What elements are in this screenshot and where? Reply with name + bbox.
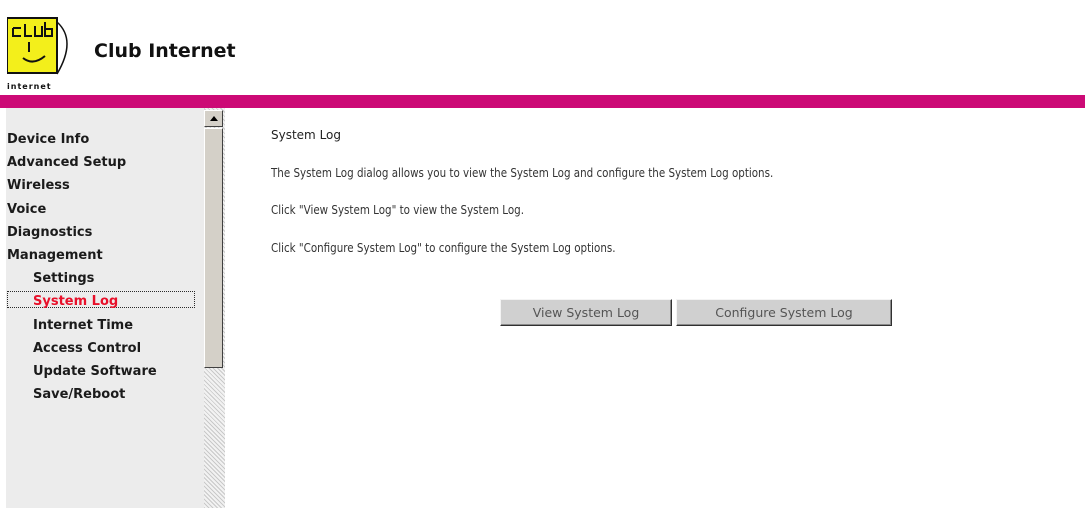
brand-name: Club Internet [94,40,236,62]
sidebar: Device Info Advanced Setup Wireless Voic… [6,108,204,508]
sidebar-item-voice[interactable]: Voice [6,198,204,221]
sidebar-item-management[interactable]: Management [6,244,204,267]
page-title: System Log [271,128,341,142]
sidebar-item-label: System Log [33,294,119,310]
scroll-thumb[interactable] [204,128,223,368]
view-system-log-button[interactable]: View System Log [500,299,672,326]
description-text: The System Log dialog allows you to view… [271,166,774,180]
header-accent-bar [0,95,1085,108]
sidebar-scrollbar[interactable] [204,108,225,508]
configure-system-log-button[interactable]: Configure System Log [676,299,892,326]
sidebar-item-label: Voice [7,201,47,217]
arrow-up-icon [210,116,218,121]
sidebar-item-access-control[interactable]: Access Control [6,337,204,360]
sidebar-item-label: Device Info [7,132,90,147]
sidebar-item-label: Access Control [33,340,142,356]
sidebar-item-label: Internet Time [33,317,134,333]
sidebar-item-label: Update Software [33,363,157,379]
configure-instruction-text: Click "Configure System Log" to configur… [271,241,616,255]
sidebar-item-label: Wireless [7,178,70,194]
sidebar-item-settings[interactable]: Settings [6,267,204,290]
header: internet Club Internet [0,0,1085,95]
sidebar-item-label: Advanced Setup [7,155,127,171]
sidebar-item-save-reboot[interactable]: Save/Reboot [6,383,204,406]
sidebar-item-advanced-setup[interactable]: Advanced Setup [6,151,204,174]
sidebar-item-wireless[interactable]: Wireless [6,174,204,197]
view-instruction-text: Click "View System Log" to view the Syst… [271,203,525,217]
sidebar-item-diagnostics[interactable]: Diagnostics [6,221,204,244]
sidebar-item-label: Settings [33,271,95,287]
sidebar-item-label: Save/Reboot [33,387,126,403]
sidebar-item-system-log[interactable]: System Log [6,290,204,313]
scroll-up-button[interactable] [204,110,223,127]
sidebar-item-label: Diagnostics [7,224,93,240]
svg-text:internet: internet [7,82,52,90]
sidebar-item-internet-time[interactable]: Internet Time [6,314,204,337]
sidebar-nav: Device Info Advanced Setup Wireless Voic… [6,128,204,406]
sidebar-item-label: Management [7,247,103,263]
sidebar-item-update-software[interactable]: Update Software [6,360,204,383]
sidebar-item-device-info[interactable]: Device Info [6,128,204,151]
club-internet-logo: internet [6,10,87,91]
